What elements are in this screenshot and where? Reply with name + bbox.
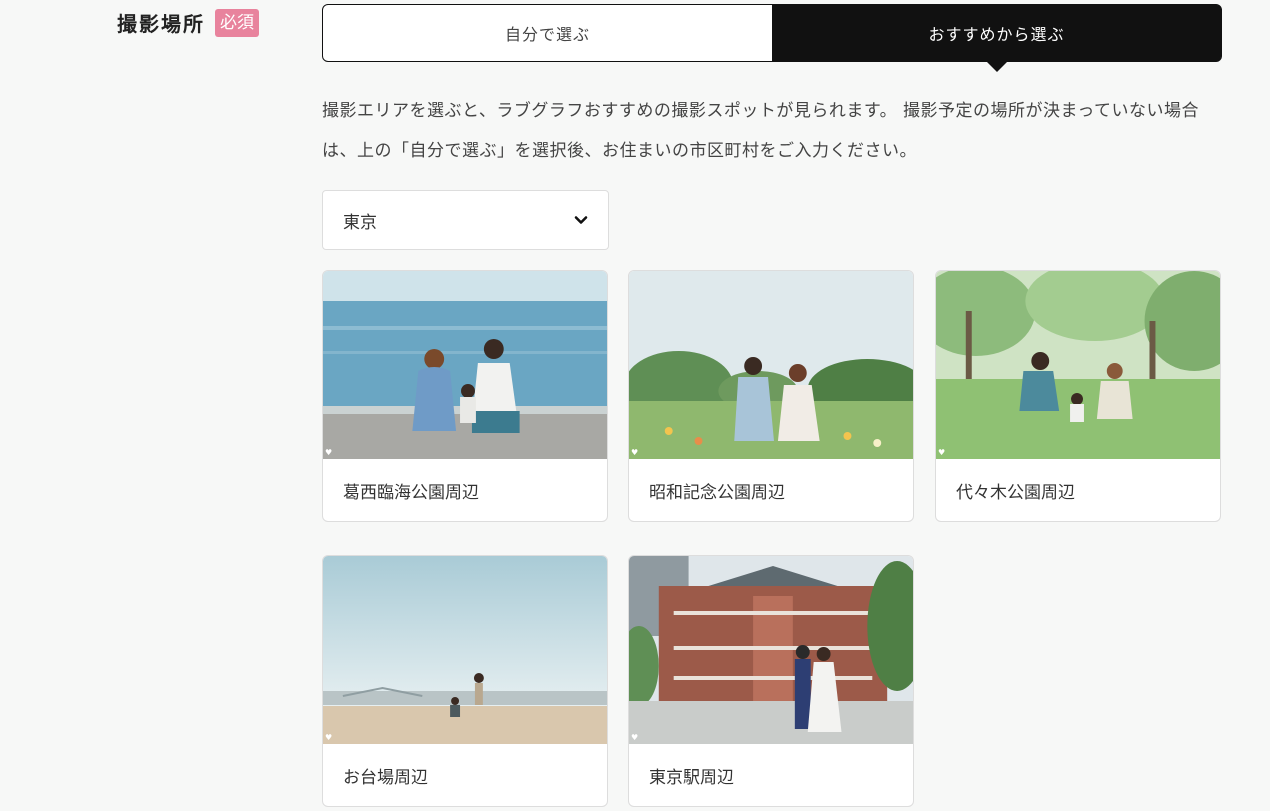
- couple-at-station-photo: ♥: [629, 556, 913, 744]
- spot-card-odaiba[interactable]: ♥ お台場周辺: [322, 555, 608, 807]
- description-text: 撮影エリアを選ぶと、ラブグラフおすすめの撮影スポットが見られます。 撮影予定の場…: [322, 101, 1199, 161]
- heart-icon: ♥: [631, 448, 639, 457]
- spot-card-tokyo-station[interactable]: ♥ 東京駅周辺: [628, 555, 914, 807]
- field-label-group: 撮影場所 必須: [117, 8, 259, 37]
- tab-self-select[interactable]: 自分で選ぶ: [323, 5, 772, 61]
- spot-card-label: 東京駅周辺: [649, 767, 734, 788]
- field-label: 撮影場所: [117, 12, 205, 36]
- family-on-park-lawn-photo: ♥: [936, 271, 1220, 459]
- tab-recommended-label: おすすめから選ぶ: [928, 25, 1065, 44]
- spot-card-kasai[interactable]: ♥ 葛西臨海公園周辺: [322, 270, 608, 522]
- spot-card-label: 代々木公園周辺: [956, 482, 1075, 503]
- heart-icon: ♥: [631, 733, 639, 742]
- spot-card-yoyogi[interactable]: ♥ 代々木公園周辺: [935, 270, 1221, 522]
- active-tab-pointer: [985, 61, 1008, 72]
- heart-icon: ♥: [325, 448, 333, 457]
- heart-icon: ♥: [325, 733, 333, 742]
- family-in-flower-field-photo: ♥: [629, 271, 913, 459]
- area-select-value: 東京: [343, 212, 377, 233]
- heart-icon: ♥: [938, 448, 946, 457]
- chevron-down-icon: [574, 216, 588, 224]
- area-select[interactable]: 東京: [322, 190, 609, 250]
- location-mode-tabs: 自分で選ぶ おすすめから選ぶ: [322, 4, 1222, 72]
- spot-card-label: 昭和記念公園周辺: [649, 482, 785, 503]
- tab-recommended[interactable]: おすすめから選ぶ: [772, 5, 1221, 72]
- spot-card-label: お台場周辺: [343, 767, 428, 788]
- spot-card-label: 葛西臨海公園周辺: [343, 482, 479, 503]
- required-badge: 必須: [215, 8, 259, 37]
- family-on-beach-photo: ♥: [323, 271, 607, 459]
- spot-card-showa-kinen[interactable]: ♥ 昭和記念公園周辺: [628, 270, 914, 522]
- couple-on-sand-photo: ♥: [323, 556, 607, 744]
